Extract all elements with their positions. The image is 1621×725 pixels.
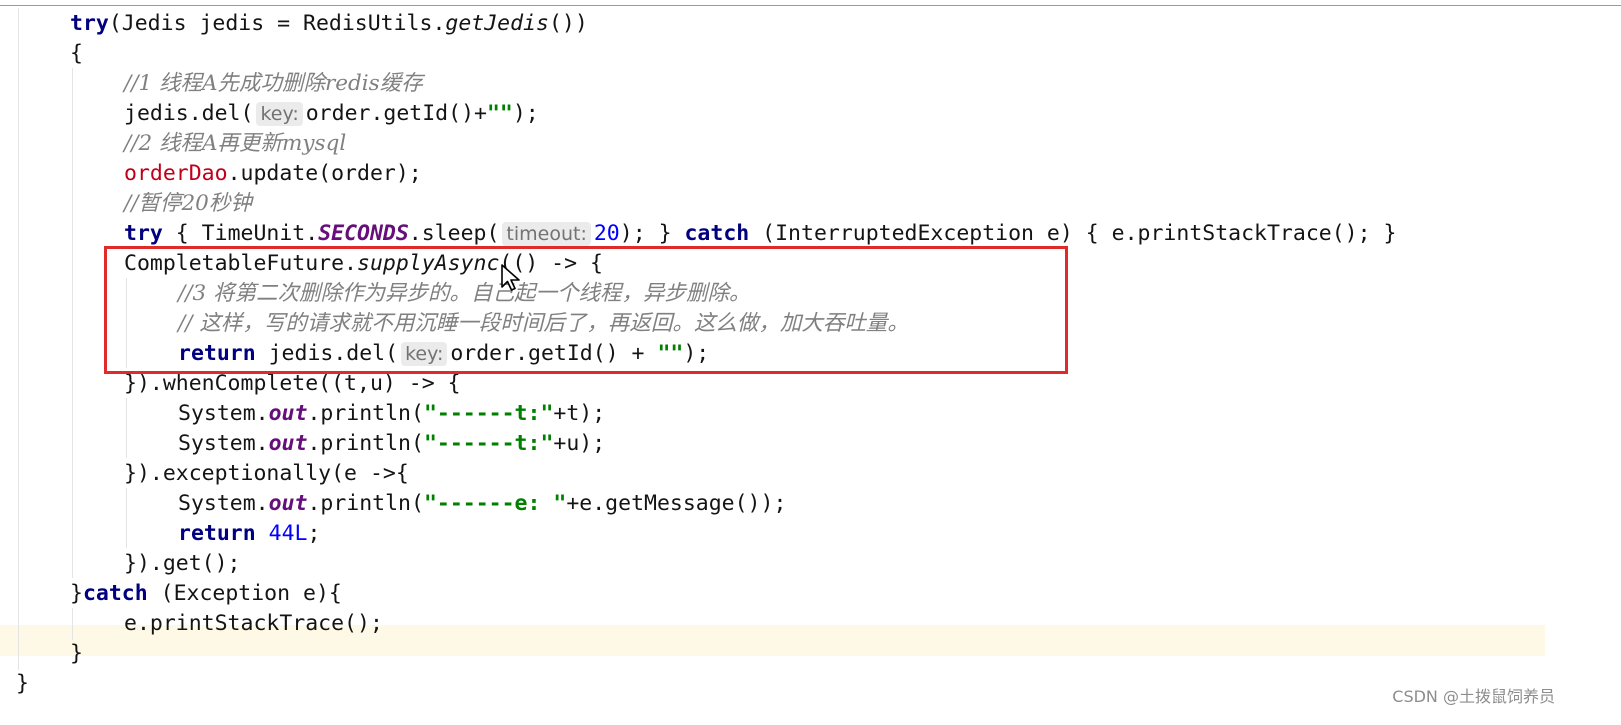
- code-token: .println(: [307, 431, 424, 456]
- code-token: order.getId()+: [305, 101, 487, 126]
- code-line[interactable]: }).exceptionally(e ->{: [0, 458, 409, 489]
- code-token: out: [268, 491, 308, 516]
- code-token: catch: [82, 581, 148, 606]
- top-border: [0, 5, 1621, 6]
- code-line[interactable]: }).get();: [0, 548, 241, 579]
- code-token: +e.getMessage());: [566, 491, 787, 516]
- code-line[interactable]: System.out.println("------t:"+t);: [0, 398, 605, 429]
- code-token: "------t:": [423, 431, 554, 456]
- code-token: 44L: [268, 521, 308, 546]
- code-token: return: [178, 521, 256, 546]
- code-token: ()): [548, 11, 588, 36]
- code-token: (Jedis jedis = RedisUtils.: [108, 11, 446, 36]
- code-token: //暂停20秒钟: [124, 191, 252, 216]
- code-token: "------e: ": [423, 491, 567, 516]
- code-line[interactable]: }catch (Exception e){: [0, 578, 342, 609]
- code-token: .sleep(: [408, 221, 500, 246]
- code-line[interactable]: orderDao.update(order);: [0, 158, 422, 189]
- mouse-pointer-icon: [501, 264, 520, 291]
- code-line[interactable]: //1 线程A先成功删除redis缓存: [0, 68, 423, 99]
- code-token: }).whenComplete((t,u) -> {: [124, 371, 461, 396]
- code-line[interactable]: System.out.println("------t:"+u);: [0, 428, 605, 459]
- code-line[interactable]: try { TimeUnit.SECONDS.sleep(timeout: 20)…: [0, 218, 1396, 249]
- code-token: );: [512, 101, 539, 126]
- code-token: jedis.del(: [124, 101, 254, 126]
- code-token: { TimeUnit.: [162, 221, 319, 246]
- code-token: }).exceptionally(e ->{: [124, 461, 409, 486]
- code-token: }: [70, 641, 83, 666]
- code-line[interactable]: {: [0, 38, 83, 69]
- highlight-annotation-box: [104, 246, 1068, 374]
- code-line[interactable]: }: [0, 638, 83, 669]
- code-token: }: [16, 671, 29, 696]
- code-token: //2 线程A再更新mysql: [124, 131, 347, 156]
- parameter-hint: key:: [256, 102, 303, 126]
- code-line[interactable]: e.printStackTrace();: [0, 608, 383, 639]
- watermark: CSDN @土拨鼠饲养员: [1392, 687, 1555, 706]
- code-token: .update(order);: [227, 161, 422, 186]
- code-line[interactable]: return 44L;: [0, 518, 320, 549]
- code-token: .println(: [307, 491, 424, 516]
- code-token: System.: [178, 431, 269, 456]
- code-line[interactable]: //2 线程A再更新mysql: [0, 128, 346, 159]
- code-token: "": [486, 101, 513, 126]
- code-token: getJedis: [445, 11, 549, 36]
- code-line[interactable]: try(Jedis jedis = RedisUtils.getJedis()): [0, 8, 588, 39]
- code-token: (Exception e){: [147, 581, 342, 606]
- code-token: }: [70, 581, 83, 606]
- code-line[interactable]: //暂停20秒钟: [0, 188, 252, 219]
- code-token: try: [70, 11, 109, 36]
- code-token: SECONDS: [318, 221, 409, 246]
- code-token: }).get();: [124, 551, 241, 576]
- code-token: catch: [684, 221, 750, 246]
- code-line[interactable]: System.out.println("------e: "+e.getMess…: [0, 488, 786, 519]
- code-token: //1 线程A先成功删除redis缓存: [124, 71, 423, 96]
- code-token: (InterruptedException e) { e.printStackT…: [749, 221, 1397, 246]
- code-token: System.: [178, 401, 269, 426]
- code-token: ); }: [619, 221, 685, 246]
- code-token: ;: [307, 521, 321, 546]
- code-token: "------t:": [423, 401, 554, 426]
- code-token: .println(: [307, 401, 424, 426]
- code-line[interactable]: }: [0, 668, 29, 699]
- code-token: +u);: [553, 431, 606, 456]
- code-token: 20: [593, 221, 620, 246]
- code-line[interactable]: jedis.del(key: order.getId()+"");: [0, 98, 539, 129]
- code-token: +t);: [553, 401, 606, 426]
- code-editor[interactable]: try(Jedis jedis = RedisUtils.getJedis())…: [0, 0, 1621, 725]
- code-token: {: [70, 41, 83, 66]
- code-token: try: [124, 221, 163, 246]
- code-token: out: [268, 401, 308, 426]
- code-token: e.printStackTrace();: [124, 611, 383, 636]
- code-token: System.: [178, 491, 269, 516]
- parameter-hint: timeout:: [502, 222, 591, 246]
- code-token: out: [268, 431, 308, 456]
- code-token: orderDao: [124, 161, 228, 186]
